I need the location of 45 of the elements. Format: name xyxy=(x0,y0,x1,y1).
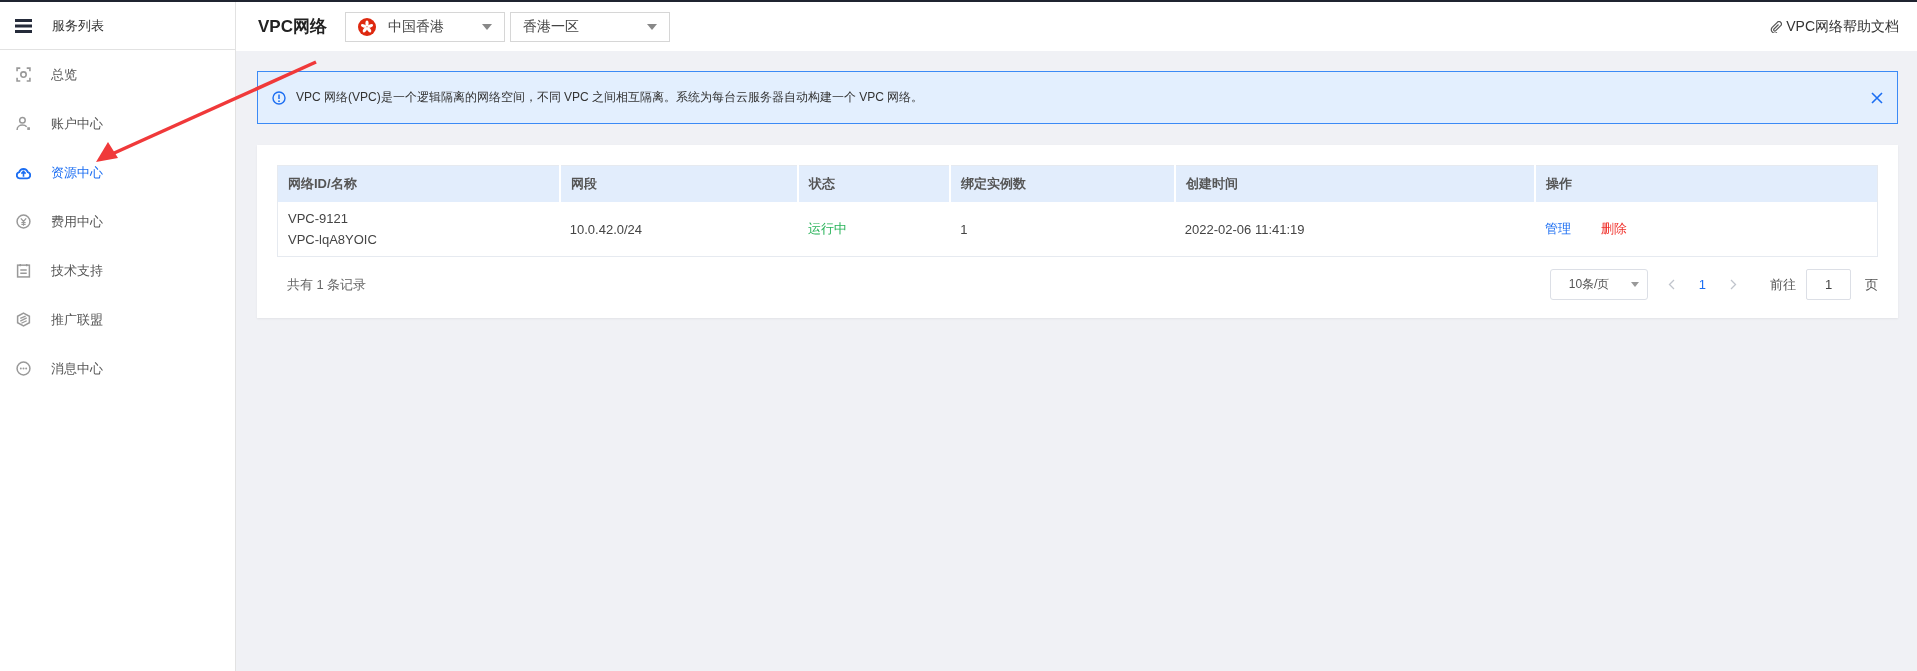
billing-icon xyxy=(16,214,31,229)
table-cell: 10.0.42.0/24 xyxy=(559,202,798,257)
close-icon[interactable] xyxy=(1871,91,1883,104)
page-number[interactable]: 1 xyxy=(1674,277,1730,292)
account-icon xyxy=(16,116,31,131)
sidebar-item[interactable]: 账户中心 xyxy=(0,99,235,148)
caret-icon xyxy=(481,23,492,30)
table-cell-text: VPC-9121 xyxy=(288,211,349,226)
sidebar-item[interactable]: 费用中心 xyxy=(0,197,235,246)
menu-icon[interactable] xyxy=(15,18,32,33)
column-header: 绑定实例数 xyxy=(950,165,1175,202)
column-header: 创建时间 xyxy=(1174,165,1536,202)
table-cell-text: VPC-lqA8YOIC xyxy=(288,232,378,247)
status-text: 运行中 xyxy=(798,202,951,257)
column-header: 网络ID/名称 xyxy=(277,165,560,202)
page-title: VPC网络 xyxy=(258,16,327,38)
caret-icon xyxy=(646,23,657,30)
sidebar-item[interactable]: 推广联盟 xyxy=(0,295,235,344)
column-header: 状态 xyxy=(798,165,951,202)
record-count: 共有 1 条记录 xyxy=(286,275,367,294)
zone-select[interactable]: 香港一区 xyxy=(509,11,670,42)
caret-icon xyxy=(1630,282,1639,287)
sidebar-item[interactable]: 消息中心 xyxy=(0,344,235,393)
region-select[interactable]: 中国香港 xyxy=(344,11,505,42)
sidebar-item[interactable]: 资源中心 xyxy=(0,148,235,197)
delete-link[interactable]: 删除 xyxy=(1601,221,1628,236)
column-header: 网段 xyxy=(559,165,798,202)
info-icon xyxy=(272,90,286,105)
sidebar-item[interactable]: 技术支持 xyxy=(0,246,235,295)
paperclip-icon xyxy=(1770,20,1783,33)
table-cell: 1 xyxy=(950,202,1175,257)
table-cell: 2022-02-06 11:41:19 xyxy=(1174,202,1536,257)
goto-page-field[interactable]: 1 xyxy=(1806,269,1851,300)
resource-icon xyxy=(16,165,31,180)
page-size-select[interactable]: 10条/页 xyxy=(1549,269,1648,300)
sidebar-item[interactable]: 总览 xyxy=(0,50,235,99)
column-header: 操作 xyxy=(1535,165,1878,202)
sidebar-title: 服务列表 xyxy=(52,16,104,35)
banner-text: VPC 网络(VPC)是一个逻辑隔离的网络空间，不同 VPC 之间相互隔离。系统为每台云服务器自动构建一个 VPC 网络。 xyxy=(296,89,925,106)
action-link[interactable]: 管理 xyxy=(1545,221,1572,236)
goto-label: 前往 xyxy=(1770,275,1796,294)
help-link[interactable]: VPC网络帮助文档 xyxy=(1770,17,1899,36)
message-icon xyxy=(16,361,31,376)
flag-icon xyxy=(357,17,376,36)
page-suffix: 页 xyxy=(1865,275,1878,294)
